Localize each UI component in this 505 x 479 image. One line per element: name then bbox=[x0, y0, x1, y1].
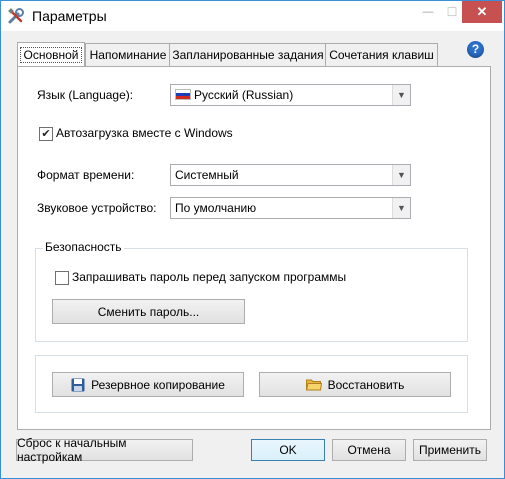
close-button[interactable]: ✕ bbox=[462, 1, 502, 23]
autostart-checkbox[interactable]: ✔ bbox=[39, 127, 53, 141]
title-bar[interactable]: Параметры — ☐ ✕ bbox=[1, 1, 504, 31]
general-tab-panel: Язык (Language): Русский (Russian) ▼ ✔ А… bbox=[17, 66, 491, 430]
tab-scheduled-tasks[interactable]: Запланированные задания bbox=[169, 43, 327, 66]
tab-hotkeys[interactable]: Сочетания клавиш bbox=[325, 43, 438, 66]
tools-icon bbox=[8, 8, 24, 24]
tab-general[interactable]: Основной bbox=[17, 42, 85, 67]
settings-window: Параметры — ☐ ✕ Основной Напоминание Зап… bbox=[0, 0, 505, 479]
folder-icon bbox=[305, 379, 322, 391]
minimize-icon: — bbox=[422, 6, 434, 18]
russia-flag-icon bbox=[175, 89, 191, 100]
ok-button[interactable]: OK bbox=[251, 439, 325, 461]
tab-label: Сочетания клавиш bbox=[329, 48, 434, 62]
autostart-label: Автозагрузка вместе с Windows bbox=[56, 126, 233, 140]
reset-defaults-button[interactable]: Сброс к начальным настройкам bbox=[16, 436, 193, 464]
button-label: Резервное копирование bbox=[91, 377, 225, 392]
security-group-title: Безопасность bbox=[43, 240, 124, 254]
time-format-value: Системный bbox=[175, 168, 239, 182]
minimize-button[interactable]: — bbox=[414, 1, 442, 23]
backup-button[interactable]: Резервное копирование bbox=[52, 372, 244, 397]
chevron-down-icon: ▼ bbox=[392, 165, 410, 185]
button-label: Сменить пароль... bbox=[97, 304, 200, 319]
change-password-button[interactable]: Сменить пароль... bbox=[52, 299, 245, 324]
button-label: Отмена bbox=[347, 443, 391, 457]
button-label: Сброс к начальным настройкам bbox=[17, 436, 127, 464]
language-select[interactable]: Русский (Russian) ▼ bbox=[170, 84, 411, 106]
language-label: Язык (Language): bbox=[37, 88, 134, 102]
help-icon[interactable]: ? bbox=[467, 41, 484, 58]
button-label: OK bbox=[279, 443, 297, 457]
cancel-button[interactable]: Отмена bbox=[332, 439, 406, 461]
restore-button[interactable]: Восстановить bbox=[259, 372, 451, 397]
ask-password-checkbox[interactable] bbox=[55, 271, 69, 285]
apply-button[interactable]: Применить bbox=[413, 439, 487, 461]
close-icon: ✕ bbox=[476, 4, 488, 19]
button-label: Применить bbox=[418, 443, 481, 457]
sound-device-value: По умолчанию bbox=[175, 201, 257, 215]
time-format-label: Формат времени: bbox=[37, 168, 135, 182]
window-title: Параметры bbox=[32, 8, 107, 24]
tab-label: Запланированные задания bbox=[172, 48, 324, 62]
chevron-down-icon: ▼ bbox=[392, 85, 410, 105]
security-group bbox=[35, 248, 468, 342]
ask-password-label: Запрашивать пароль перед запуском програ… bbox=[72, 270, 347, 284]
maximize-icon: ☐ bbox=[446, 5, 458, 19]
tab-label: Основной bbox=[20, 47, 82, 63]
language-value: Русский (Russian) bbox=[194, 88, 294, 102]
button-label: Восстановить bbox=[327, 377, 405, 392]
maximize-button[interactable]: ☐ bbox=[442, 1, 462, 23]
tab-label: Напоминание bbox=[89, 48, 167, 62]
time-format-select[interactable]: Системный ▼ bbox=[170, 164, 411, 186]
tab-reminder[interactable]: Напоминание bbox=[85, 43, 171, 66]
sound-device-label: Звуковое устройство: bbox=[37, 201, 157, 215]
save-icon bbox=[71, 378, 85, 391]
chevron-down-icon: ▼ bbox=[392, 198, 410, 218]
sound-device-select[interactable]: По умолчанию ▼ bbox=[170, 197, 411, 219]
